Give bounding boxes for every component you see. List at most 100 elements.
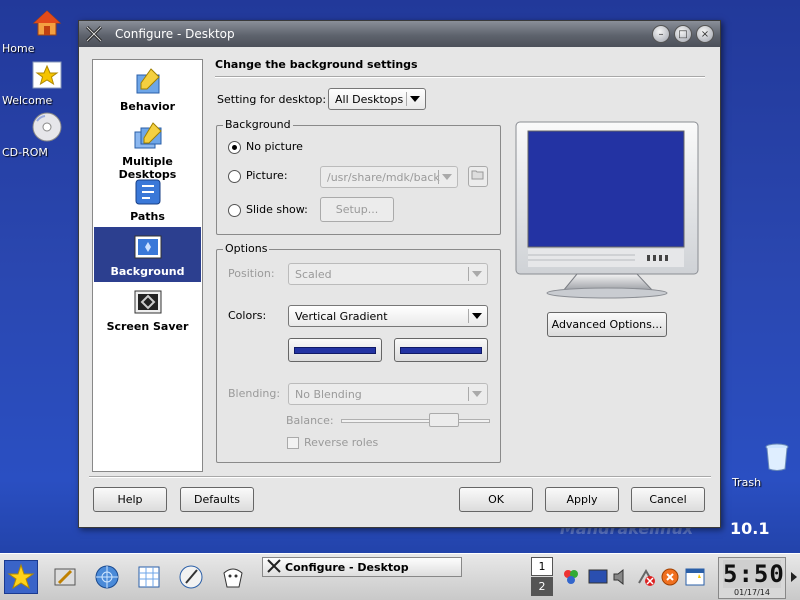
setup-button-label: Setup... <box>335 203 379 216</box>
chevron-down-icon <box>468 387 484 401</box>
minimize-icon: – <box>658 28 664 40</box>
cdrom-icon <box>30 110 64 144</box>
background-group-title: Background <box>223 118 293 131</box>
setup-button[interactable]: Setup... <box>320 197 394 222</box>
browse-folder-button[interactable] <box>468 166 488 187</box>
network-disconnected-icon[interactable] <box>635 560 657 594</box>
desktop-icon-label: Trash <box>732 476 762 489</box>
defaults-button[interactable]: Defaults <box>180 487 254 512</box>
taskbar-task-configure-desktop[interactable]: Configure - Desktop <box>262 557 462 577</box>
pager-desktop-1[interactable]: 1 <box>531 557 553 576</box>
home-icon <box>30 6 64 40</box>
ok-button[interactable]: OK <box>459 487 533 512</box>
position-select[interactable]: Scaled <box>288 263 488 285</box>
taskbar-task-label: Configure - Desktop <box>285 560 409 574</box>
sidebar-item-multiple-desktops[interactable]: Multiple Desktops <box>94 117 201 181</box>
colors-label: Colors: <box>228 309 267 322</box>
close-button[interactable]: × <box>696 25 714 43</box>
calendar-window-icon[interactable] <box>683 560 707 594</box>
x-logo-icon[interactable] <box>83 23 105 45</box>
cancel-button-label: Cancel <box>649 493 687 506</box>
update-alert-icon[interactable] <box>659 560 681 594</box>
office-spreadsheet-icon[interactable] <box>132 560 166 594</box>
window-titlebar[interactable]: Configure - Desktop – □ × <box>79 21 720 47</box>
desktop-icon-label: CD-ROM <box>2 146 48 159</box>
desktop-icon-label: Welcome <box>2 94 53 107</box>
sidebar-item-background[interactable]: Background <box>94 227 201 282</box>
clock-date: 01/17/14 <box>734 588 770 597</box>
sidebar-item-label: Background <box>110 265 185 278</box>
screen-saver-icon <box>132 286 164 318</box>
footer-divider <box>89 476 711 478</box>
sidebar-item-behavior[interactable]: Behavior <box>94 62 201 117</box>
position-label: Position: <box>228 267 275 280</box>
page-title: Change the background settings <box>215 58 418 71</box>
volume-icon[interactable] <box>611 560 633 594</box>
background-icon <box>132 231 164 263</box>
text-editor-icon[interactable] <box>174 560 208 594</box>
gnu-gimp-icon[interactable] <box>216 560 250 594</box>
taskbar-scroll-right-icon[interactable] <box>789 570 799 584</box>
pager-desktop-2[interactable]: 2 <box>531 577 553 596</box>
close-icon: × <box>700 28 710 40</box>
chevron-down-icon <box>468 309 484 323</box>
no-picture-radio[interactable] <box>228 141 241 154</box>
start-menu-star-icon[interactable] <box>4 560 38 594</box>
advanced-options-button[interactable]: Advanced Options... <box>547 312 667 337</box>
maximize-button[interactable]: □ <box>674 25 692 43</box>
setting-for-desktop-label: Setting for desktop: <box>217 93 327 106</box>
balance-label: Balance: <box>286 414 334 427</box>
ok-button-label: OK <box>488 493 504 506</box>
trash-icon <box>760 440 794 474</box>
picture-path-select[interactable]: /usr/share/mdk/back <box>320 166 458 188</box>
desktop-pager: 1 2 <box>531 557 553 597</box>
picture-label[interactable]: Picture: <box>246 169 288 182</box>
x-logo-icon <box>267 558 281 576</box>
desktop-icon-label: Home <box>2 42 35 55</box>
sidebar-item-label: Paths <box>130 210 165 223</box>
chevron-down-icon <box>406 92 422 106</box>
cancel-button[interactable]: Cancel <box>631 487 705 512</box>
color2-button[interactable] <box>394 338 488 362</box>
blending-select[interactable]: No Blending <box>288 383 488 405</box>
color1-button[interactable] <box>288 338 382 362</box>
clock[interactable]: 5:50 01/17/14 <box>718 557 786 599</box>
defaults-button-label: Defaults <box>194 493 240 506</box>
no-picture-label[interactable]: No picture <box>246 140 303 153</box>
desktop-icon-trash[interactable]: Trash <box>732 440 800 489</box>
kde-control-center-icon[interactable] <box>48 560 82 594</box>
sidebar-item-label: Screen Saver <box>106 320 189 333</box>
display-icon[interactable] <box>587 560 609 594</box>
apply-button[interactable]: Apply <box>545 487 619 512</box>
sidebar-item-label: Behavior <box>119 100 176 113</box>
sidebar-item-screen-saver[interactable]: Screen Saver <box>94 282 201 337</box>
color1-swatch <box>294 346 376 354</box>
reverse-roles-label[interactable]: Reverse roles <box>304 436 378 449</box>
setting-for-desktop-select[interactable]: All Desktops <box>328 88 426 110</box>
colors-value: Vertical Gradient <box>295 309 388 323</box>
picture-radio[interactable] <box>228 170 241 183</box>
brand-version: 10.1 <box>730 519 770 538</box>
help-button[interactable]: Help <box>93 487 167 512</box>
advanced-options-label: Advanced Options... <box>551 318 663 331</box>
slide-show-radio[interactable] <box>228 204 241 217</box>
position-value: Scaled <box>295 267 332 281</box>
color2-swatch <box>400 346 482 354</box>
colors-select[interactable]: Vertical Gradient <box>288 305 488 327</box>
multiple-desktops-icon <box>132 121 164 153</box>
chevron-down-icon <box>438 170 454 184</box>
network-icon[interactable] <box>560 560 582 594</box>
slide-show-label[interactable]: Slide show: <box>246 203 308 216</box>
folder-open-icon <box>471 169 485 184</box>
behavior-icon <box>132 66 164 98</box>
reverse-roles-checkbox[interactable] <box>287 437 299 449</box>
taskbar: Configure - Desktop 1 2 5:50 01/17/14 <box>0 553 800 600</box>
setting-for-desktop-value: All Desktops <box>335 92 404 106</box>
balance-slider-thumb[interactable] <box>429 413 459 427</box>
minimize-button[interactable]: – <box>652 25 670 43</box>
paths-icon <box>132 176 164 208</box>
balance-slider-track[interactable] <box>341 419 490 423</box>
web-browser-icon[interactable] <box>90 560 124 594</box>
apply-button-label: Apply <box>566 493 598 506</box>
sidebar-item-paths[interactable]: Paths <box>94 172 201 227</box>
